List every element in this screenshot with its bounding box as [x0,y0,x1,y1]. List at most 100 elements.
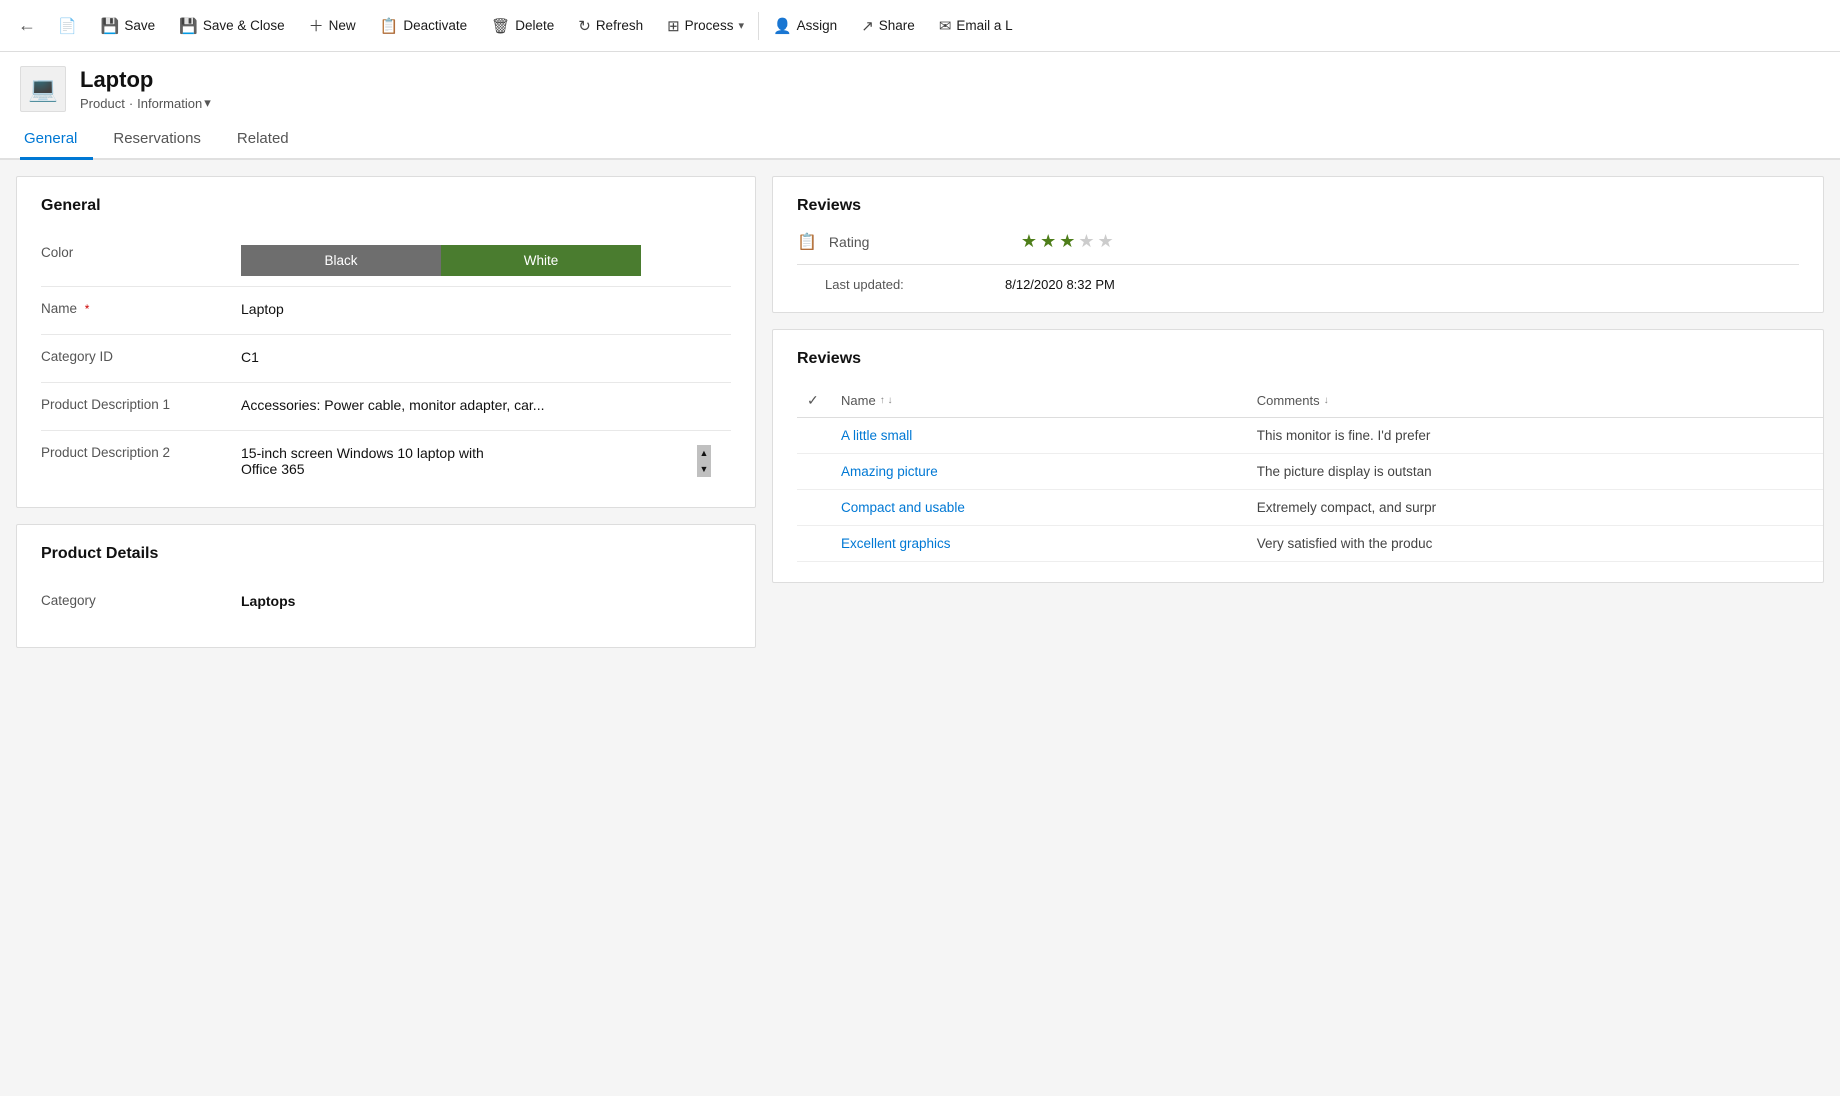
name-value[interactable]: Laptop [241,297,731,317]
assign-button[interactable]: 👤 Assign [761,0,849,52]
review-comment-1: This monitor is fine. I'd prefer [1247,418,1823,454]
tab-general[interactable]: General [20,120,93,160]
name-row: Name * Laptop [41,287,731,335]
check-cell-2[interactable] [797,454,831,490]
save-close-button[interactable]: 💾 Save & Close [167,0,296,52]
color-black-button[interactable]: Black [241,245,441,276]
name-label: Name * [41,297,241,316]
product-desc-2-value[interactable]: 15-inch screen Windows 10 laptop withOff… [241,441,731,477]
entity-header: 💻 Laptop Product · Information ▾ [0,52,1840,120]
product-details-card: Product Details Category Laptops [16,524,756,648]
product-details-title: Product Details [41,545,731,563]
scroll-up-arrow[interactable]: ▲ [697,445,711,461]
breadcrumb-section-dropdown[interactable]: Information ▾ [137,95,211,111]
tab-reservations[interactable]: Reservations [109,120,217,160]
review-name-1[interactable]: A little small [831,418,1247,454]
share-button[interactable]: ↗ Share [849,0,927,52]
category-id-value[interactable]: C1 [241,345,731,365]
general-card: General Color Black White Name * Laptop [16,176,756,508]
category-id-label: Category ID [41,345,241,364]
last-updated-label: Last updated: [825,277,993,292]
review-comment-3: Extremely compact, and surpr [1247,490,1823,526]
color-white-button[interactable]: White [441,245,641,276]
check-cell-4[interactable] [797,526,831,562]
reviews-table-header: ✓ Name ↑ ↓ Comments ↓ [797,384,1823,418]
category-value[interactable]: Laptops [241,589,731,609]
star-1: ★ [1021,231,1037,252]
main-content: General Color Black White Name * Laptop [0,160,1840,1096]
reviews-rating-title: Reviews [797,197,1799,215]
breadcrumb: Product · Information ▾ [80,95,211,111]
review-name-3[interactable]: Compact and usable [831,490,1247,526]
review-row-2: Amazing picture The picture display is o… [797,454,1823,490]
color-value: Black White [241,241,731,276]
new-icon: ＋ [309,15,324,36]
color-toggle: Black White [241,245,731,276]
comments-sort-arrow[interactable]: ↓ [1324,395,1329,406]
save-button[interactable]: 💾 Save [89,0,167,52]
review-comment-4: Very satisfied with the produc [1247,526,1823,562]
entity-title: Laptop [80,67,211,93]
product-desc-2-content: 15-inch screen Windows 10 laptop withOff… [241,445,711,477]
product-desc-2-label: Product Description 2 [41,441,241,460]
toolbar-divider [758,12,759,40]
color-row: Color Black White [41,231,731,287]
review-row-3: Compact and usable Extremely compact, an… [797,490,1823,526]
review-row-4: Excellent graphics Very satisfied with t… [797,526,1823,562]
last-updated-value: 8/12/2020 8:32 PM [1005,277,1115,292]
assign-icon: 👤 [773,17,792,35]
reviews-table-title: Reviews [797,350,1823,368]
category-row: Category Laptops [41,579,731,627]
col-check-header: ✓ [797,384,831,418]
star-4: ★ [1078,231,1094,252]
scroll-down-arrow[interactable]: ▼ [697,461,711,477]
rating-label: Rating [829,234,1009,250]
name-sort-control[interactable]: Name ↑ ↓ [841,393,892,408]
rating-stars: ★ ★ ★ ★ ★ [1021,231,1114,252]
review-name-4[interactable]: Excellent graphics [831,526,1247,562]
refresh-icon: ↻ [578,17,591,35]
reviews-divider [797,264,1799,265]
rating-icon: 📋 [797,232,817,252]
star-2: ★ [1040,231,1056,252]
comments-sort-control[interactable]: Comments ↓ [1257,393,1329,408]
back-icon: ← [18,15,36,36]
deactivate-button[interactable]: 📋 Deactivate [368,0,479,52]
breadcrumb-dropdown-icon: ▾ [204,95,211,111]
category-id-row: Category ID C1 [41,335,731,383]
process-button[interactable]: ⊞ Process ▾ [655,0,756,52]
reviews-table-card: Reviews ✓ Name ↑ ↓ [772,329,1824,583]
color-label: Color [41,241,241,260]
review-name-2[interactable]: Amazing picture [831,454,1247,490]
star-5: ★ [1097,231,1113,252]
save-close-icon: 💾 [179,17,198,35]
product-desc-1-value[interactable]: Accessories: Power cable, monitor adapte… [241,393,731,413]
email-button[interactable]: ✉ Email a L [927,0,1025,52]
document-icon-button[interactable]: 📄 [46,0,89,52]
name-sort-arrows[interactable]: ↑ ↓ [880,395,893,406]
col-name-header: Name ↑ ↓ [831,384,1247,418]
entity-icon: 💻 [20,66,66,112]
review-row-1: A little small This monitor is fine. I'd… [797,418,1823,454]
review-comment-2: The picture display is outstan [1247,454,1823,490]
process-icon: ⊞ [667,17,680,35]
tabs-bar: General Reservations Related [0,120,1840,160]
refresh-button[interactable]: ↻ Refresh [566,0,655,52]
col-comments-header: Comments ↓ [1247,384,1823,418]
check-cell-3[interactable] [797,490,831,526]
scrollbar-track[interactable]: ▲ ▼ [697,445,711,477]
tab-related[interactable]: Related [233,120,305,160]
check-cell-1[interactable] [797,418,831,454]
delete-button[interactable]: 🗑 Delete [479,0,566,52]
share-icon: ↗ [861,17,874,35]
category-label: Category [41,589,241,608]
back-button[interactable]: ← [8,0,46,52]
breadcrumb-parent[interactable]: Product [80,96,125,111]
checkmark-icon: ✓ [807,392,819,408]
delete-icon: 🗑 [491,17,510,35]
new-button[interactable]: ＋ New [297,0,368,52]
reviews-table-body: A little small This monitor is fine. I'd… [797,418,1823,562]
reviews-table: ✓ Name ↑ ↓ Comments ↓ [797,384,1823,562]
document-icon: 📄 [58,17,77,35]
email-icon: ✉ [939,17,952,35]
